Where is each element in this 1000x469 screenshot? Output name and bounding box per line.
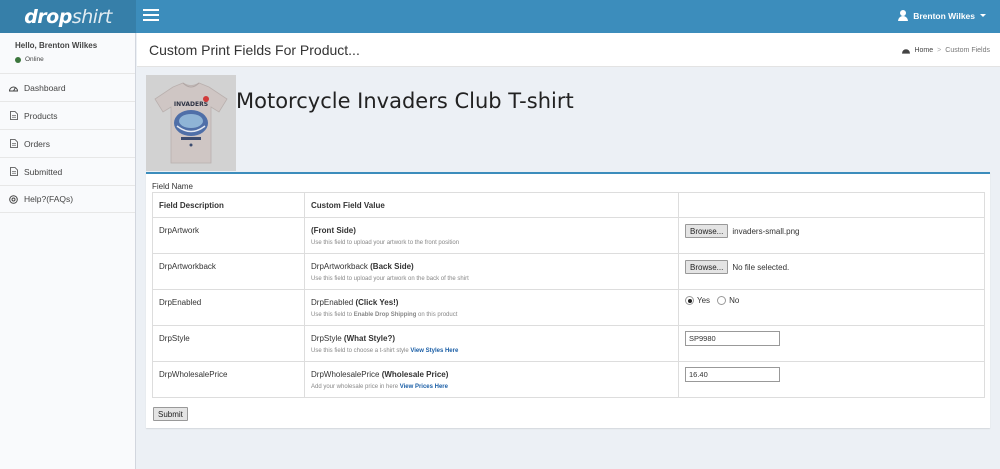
field-control-cell: SP9980 (678, 325, 985, 362)
product-image: INVADERS (146, 75, 236, 171)
field-help-text: Use this field to Enable Drop Shipping o… (311, 312, 458, 318)
view-styles-link[interactable]: View Styles Here (410, 348, 458, 354)
sidebar-item-label: Submitted (24, 166, 63, 177)
field-value-cell: DrpStyle (What Style?) Use this field to… (304, 325, 679, 362)
breadcrumb-separator: > (937, 47, 942, 54)
online-status: Online (15, 56, 120, 63)
user-icon (898, 10, 909, 21)
browse-front-artwork-button[interactable]: Browse... (685, 224, 729, 238)
selected-file-name: invaders-small.png (732, 226, 800, 236)
sidebar-greeting: Hello, Brenton Wilkes (15, 41, 98, 50)
field-value-text: DrpArtworkback (Back Side) (311, 262, 414, 271)
sidebar-item-orders[interactable]: Orders (0, 129, 135, 157)
field-help-text: Use this field to upload your artwork to… (311, 240, 460, 246)
online-dot-icon (15, 56, 21, 63)
table-row: DrpArtworkback DrpArtworkback (Back Side… (152, 253, 985, 290)
logo[interactable]: dropshirt (0, 0, 136, 33)
field-value-text: DrpStyle (What Style?) (311, 334, 396, 343)
table-header-row: Field Description Custom Field Value (152, 192, 985, 218)
tshirt-image: INVADERS (154, 82, 228, 164)
field-control-cell: Browse... No file selected. (678, 253, 985, 290)
dashboard-icon (901, 46, 910, 55)
table-row: DrpEnabled DrpEnabled (Click Yes!) Use t… (152, 289, 985, 326)
column-header-custom-field-value: Custom Field Value (304, 192, 679, 218)
user-menu-name: Brenton Wilkes (913, 10, 975, 21)
custom-fields-box: Field Name Field Description Custom Fiel… (146, 172, 990, 428)
user-menu[interactable]: Brenton Wilkes (898, 10, 986, 21)
submit-button[interactable]: Submit (153, 407, 188, 421)
sidebar: Hello, Brenton Wilkes Online Dashboard P… (0, 33, 136, 469)
table-row: DrpStyle DrpStyle (What Style?) Use this… (152, 325, 985, 362)
sidebar-item-products[interactable]: Products (0, 101, 135, 129)
dashboard-icon (9, 83, 18, 92)
field-value-text: DrpEnabled (Click Yes!) (311, 298, 399, 307)
field-value-cell: (Front Side) Use this field to upload yo… (304, 217, 679, 254)
top-navbar: dropshirt Brenton Wilkes (0, 0, 1000, 33)
online-status-label: Online (25, 56, 44, 63)
sidebar-item-label: Dashboard (24, 82, 66, 93)
field-control-cell: Yes No (678, 289, 985, 326)
field-value-cell: DrpEnabled (Click Yes!) Use this field t… (304, 289, 679, 326)
field-description: DrpWholesalePrice (152, 361, 305, 398)
user-panel: Hello, Brenton Wilkes Online (0, 33, 135, 73)
field-value-text: (Front Side) (311, 226, 356, 235)
content-header: Custom Print Fields For Product... Home … (137, 33, 1000, 67)
table-row: DrpWholesalePrice DrpWholesalePrice (Who… (152, 361, 985, 398)
column-header-control (678, 192, 985, 218)
logo-text: dropshirt (24, 5, 112, 28)
field-value-cell: DrpWholesalePrice (Wholesale Price) Add … (304, 361, 679, 398)
column-header-field-description: Field Description (152, 192, 305, 218)
document-icon (9, 139, 18, 148)
field-control-cell: Browse... invaders-small.png (678, 217, 985, 254)
field-help-text: Use this field to upload your artwork on… (311, 276, 469, 282)
selected-file-name: No file selected. (732, 262, 790, 272)
sidebar-item-label: Orders (24, 138, 50, 149)
breadcrumb-current: Custom Fields (945, 47, 990, 54)
svg-text:INVADERS: INVADERS (174, 101, 208, 108)
sidebar-item-label: Help?(FAQs) (24, 194, 74, 204)
style-input[interactable]: SP9980 (685, 331, 780, 346)
field-value-text: DrpWholesalePrice (Wholesale Price) (311, 370, 449, 379)
field-description: DrpArtwork (152, 217, 305, 254)
field-help-text: Use this field to choose a t-shirt style… (311, 348, 459, 354)
sidebar-item-label: Products (24, 110, 58, 121)
sidebar-toggle-icon[interactable] (143, 9, 159, 23)
help-icon (9, 194, 18, 204)
product-title: Motorcycle Invaders Club T-shirt (236, 89, 574, 113)
radio-no[interactable] (717, 296, 727, 305)
radio-yes[interactable] (685, 296, 694, 305)
field-name-label: Field Name (152, 182, 193, 191)
breadcrumb-home[interactable]: Home (914, 47, 933, 54)
sidebar-item-help[interactable]: Help?(FAQs) (0, 185, 135, 213)
breadcrumb: Home > Custom Fields (901, 46, 990, 55)
page-title: Custom Print Fields For Product... (149, 42, 360, 58)
sidebar-item-submitted[interactable]: Submitted (0, 157, 135, 185)
field-description: DrpEnabled (152, 289, 305, 326)
document-icon (9, 167, 18, 176)
radio-yes-label[interactable]: Yes (697, 296, 710, 305)
view-prices-link[interactable]: View Prices Here (400, 384, 448, 390)
wholesale-price-input[interactable]: 16.40 (685, 367, 780, 382)
sidebar-item-dashboard[interactable]: Dashboard (0, 73, 135, 101)
field-value-cell: DrpArtworkback (Back Side) Use this fiel… (304, 253, 679, 290)
document-icon (9, 111, 18, 120)
table-row: DrpArtwork (Front Side) Use this field t… (152, 217, 985, 254)
caret-down-icon (980, 14, 986, 17)
custom-fields-table: Field Description Custom Field Value Drp… (152, 192, 985, 398)
browse-back-artwork-button[interactable]: Browse... (685, 260, 729, 274)
field-control-cell: 16.40 (678, 361, 985, 398)
field-description: DrpStyle (152, 325, 305, 362)
field-description: DrpArtworkback (152, 253, 305, 290)
field-help-text: Add your wholesale price in here View Pr… (311, 384, 448, 390)
radio-no-label[interactable]: No (729, 296, 739, 305)
